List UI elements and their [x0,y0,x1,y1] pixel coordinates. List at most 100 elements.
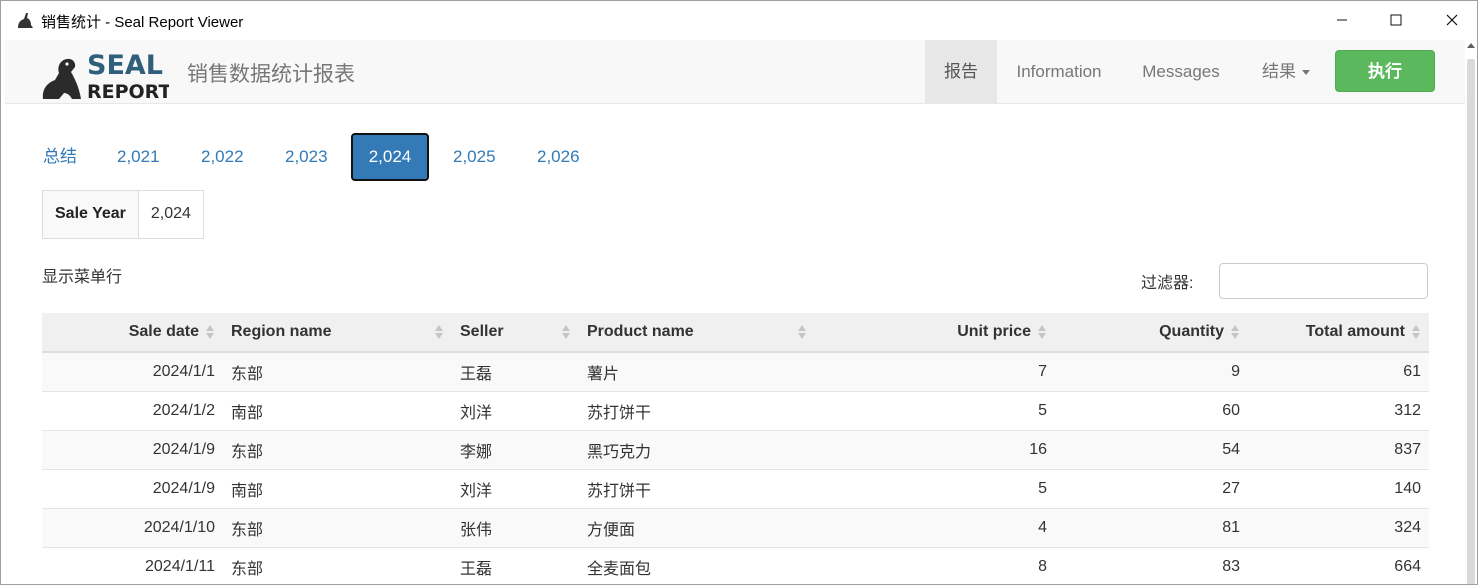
col-label: Total amount [1305,323,1405,340]
cell-seller: 王磊 [452,351,579,392]
table-row[interactable]: 2024/1/9 南部 刘洋 苏打饼干 5 27 140 [42,469,1429,509]
col-label: Seller [460,323,504,340]
logo-seal-text: SEAL [87,50,163,81]
cell-sale-date: 2024/1/9 [42,430,223,470]
tab-2023[interactable]: 2,023 [271,133,342,181]
col-label: Quantity [1159,323,1224,340]
restriction-key: Sale Year [43,191,139,238]
filter-input[interactable] [1219,263,1428,299]
sort-icon [1411,324,1421,340]
nav-report[interactable]: 报告 [925,40,997,103]
cell-unit-price: 7 [815,351,1055,392]
seal-logo-icon: SEAL REPORT [42,50,171,103]
cell-product: 方便面 [579,508,815,548]
cell-sale-date: 2024/1/11 [42,547,223,584]
vertical-scrollbar[interactable] [1465,39,1477,584]
tab-2025[interactable]: 2,025 [439,133,510,181]
app-window: 销售统计 - Seal Report Viewer SEAL REPORT 销售… [0,0,1478,585]
cell-region: 东部 [223,351,452,392]
col-sale-date[interactable]: Sale date [42,313,223,353]
sort-icon [797,324,807,340]
show-menu-row[interactable]: 显示菜单行 [42,263,122,287]
cell-region: 东部 [223,508,452,548]
cell-total-amount: 837 [1248,430,1429,470]
scroll-up-icon[interactable] [1467,43,1475,48]
cell-region: 南部 [223,391,452,431]
cell-product: 苏打饼干 [579,391,815,431]
nav-results-dropdown[interactable]: 结果 [1243,40,1329,103]
col-total-amount[interactable]: Total amount [1248,313,1429,353]
cell-unit-price: 8 [815,547,1055,584]
maximize-icon [1390,14,1402,26]
cell-seller: 李娜 [452,430,579,470]
cell-total-amount: 324 [1248,508,1429,548]
caret-down-icon [1302,70,1310,76]
col-label: Sale date [128,323,199,340]
nav-information[interactable]: Information [997,40,1121,103]
cell-quantity: 9 [1055,351,1248,392]
cell-product: 薯片 [579,351,815,392]
cell-unit-price: 5 [815,391,1055,431]
table-row[interactable]: 2024/1/11 东部 王磊 全麦面包 8 83 664 [42,547,1429,584]
cell-seller: 王磊 [452,547,579,584]
cell-quantity: 81 [1055,508,1248,548]
cell-seller: 刘洋 [452,391,579,431]
cell-region: 南部 [223,469,452,509]
seal-app-icon [18,13,33,28]
restriction-box: Sale Year 2,024 [42,190,204,239]
minimize-button[interactable] [1315,1,1369,39]
cell-region: 东部 [223,430,452,470]
tab-2024[interactable]: 2,024 [351,133,429,181]
col-label: Product name [587,323,694,340]
seal-report-logo[interactable]: SEAL REPORT [41,45,171,103]
sort-icon [205,324,215,340]
table-row[interactable]: 2024/1/2 南部 刘洋 苏打饼干 5 60 312 [42,391,1429,431]
col-product-name[interactable]: Product name [579,313,815,353]
col-quantity[interactable]: Quantity [1055,313,1248,353]
execute-button[interactable]: 执行 [1335,50,1435,92]
title-bar: 销售统计 - Seal Report Viewer [1,1,1477,39]
cell-unit-price: 16 [815,430,1055,470]
col-region-name[interactable]: Region name [223,313,452,353]
table-row[interactable]: 2024/1/10 东部 张伟 方便面 4 81 324 [42,508,1429,548]
close-button[interactable] [1425,1,1477,39]
sort-icon [1230,324,1240,340]
restriction-value: 2,024 [150,205,191,222]
col-unit-price[interactable]: Unit price [815,313,1055,353]
data-table: Sale date Region name Seller Product nam… [42,313,1429,584]
filter-label: 过滤器: [1141,275,1194,292]
close-icon [1446,14,1458,26]
tab-2026[interactable]: 2,026 [523,133,594,181]
sort-icon [561,324,571,340]
minimize-icon [1337,19,1347,21]
table-row[interactable]: 2024/1/9 东部 李娜 黑巧克力 16 54 837 [42,430,1429,470]
cell-product: 全麦面包 [579,547,815,584]
tab-2021[interactable]: 2,021 [103,133,174,181]
col-seller[interactable]: Seller [452,313,579,353]
navbar: SEAL REPORT 销售数据统计报表 报告 Information Mess… [5,40,1467,104]
cell-seller: 刘洋 [452,469,579,509]
sort-icon [434,324,444,340]
cell-sale-date: 2024/1/10 [42,508,223,548]
cell-unit-price: 4 [815,508,1055,548]
cell-quantity: 60 [1055,391,1248,431]
cell-product: 苏打饼干 [579,469,815,509]
cell-total-amount: 312 [1248,391,1429,431]
cell-quantity: 27 [1055,469,1248,509]
scrollbar-thumb[interactable] [1467,59,1475,584]
logo-report-text: REPORT [87,81,169,101]
nav-messages[interactable]: Messages [1123,40,1239,103]
tab-2022[interactable]: 2,022 [187,133,258,181]
tab-summary[interactable]: 总结 [29,133,91,181]
cell-total-amount: 140 [1248,469,1429,509]
table-row[interactable]: 2024/1/1 东部 王磊 薯片 7 9 61 [42,351,1429,392]
maximize-button[interactable] [1369,1,1423,39]
cell-quantity: 54 [1055,430,1248,470]
cell-sale-date: 2024/1/2 [42,391,223,431]
nav-results-label: 结果 [1262,62,1296,81]
cell-sale-date: 2024/1/1 [42,351,223,392]
cell-total-amount: 61 [1248,351,1429,392]
col-label: Region name [231,323,332,340]
cell-quantity: 83 [1055,547,1248,584]
cell-region: 东部 [223,547,452,584]
